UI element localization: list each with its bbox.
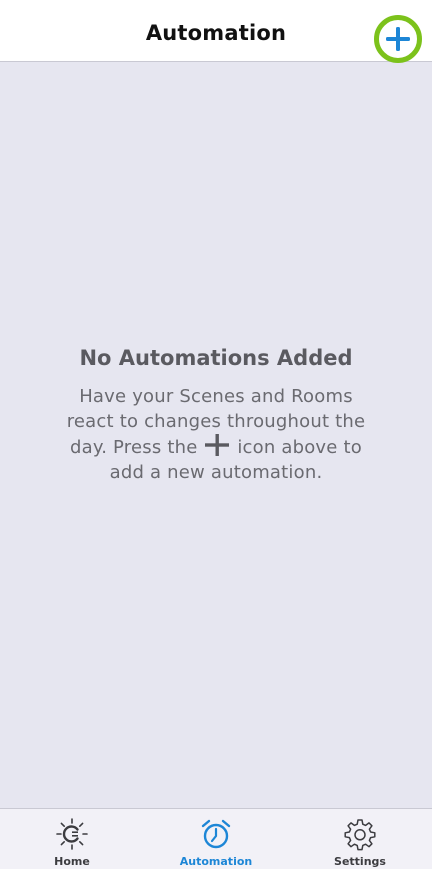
plus-icon <box>386 27 410 51</box>
page-title: Automation <box>145 21 287 45</box>
tab-automation-label: Automation <box>179 855 253 868</box>
tab-settings-label: Settings <box>334 855 386 868</box>
gear-icon <box>344 819 376 851</box>
top-navigation-bar: Automation <box>0 0 432 63</box>
empty-state: No Automations Added Have your Scenes an… <box>0 346 432 485</box>
tab-settings[interactable]: Settings <box>288 809 432 869</box>
add-automation-button[interactable] <box>374 15 422 63</box>
bottom-tab-bar: Home Automation Settings <box>0 808 432 869</box>
app-screen: Automation No Automations Added Have you… <box>0 0 432 869</box>
empty-state-description: Have your Scenes and Rooms react to chan… <box>61 384 371 485</box>
empty-state-title: No Automations Added <box>79 346 353 370</box>
tab-home[interactable]: Home <box>0 809 144 869</box>
alarm-clock-icon <box>201 819 231 849</box>
tab-automation[interactable]: Automation <box>144 809 288 869</box>
plus-icon <box>205 434 230 456</box>
tab-home-label: Home <box>54 855 90 868</box>
sun-icon <box>56 818 88 850</box>
